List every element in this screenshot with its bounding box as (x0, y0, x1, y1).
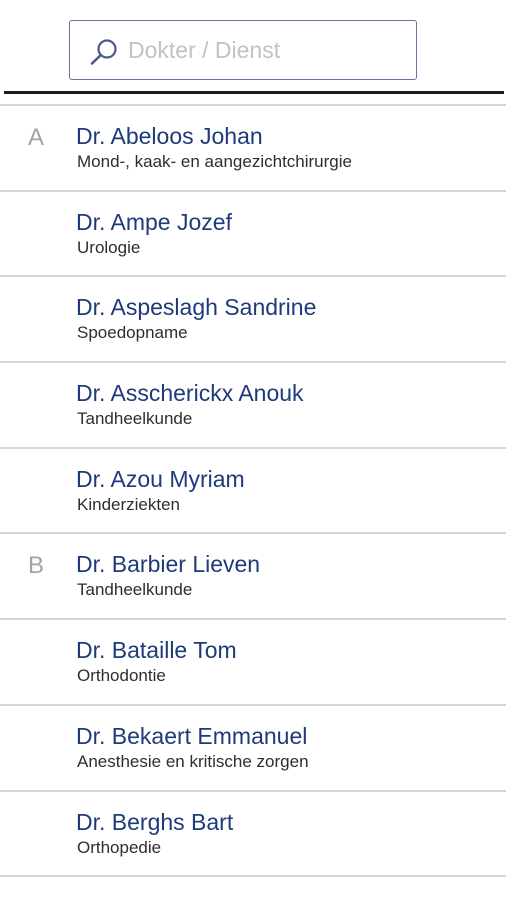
doctor-name: Dr. Azou Myriam (76, 465, 245, 492)
doctor-specialty: Mond-, kaak- en aangezichtchirurgie (77, 152, 352, 171)
doctor-name: Dr. Abeloos Johan (76, 123, 263, 149)
section-letter: A (28, 124, 45, 151)
doctor-name: Dr. Ampe Jozef (76, 208, 232, 235)
header-divider (4, 91, 504, 94)
list-item[interactable]: Dr. Aspeslagh Sandrine Spoedopname (0, 277, 506, 364)
doctor-specialty: Tandheelkunde (77, 580, 193, 600)
doctor-specialty: Urologie (77, 237, 141, 257)
doctor-name: Dr. Barbier Lieven (76, 551, 261, 578)
doctor-specialty: Orthodontie (77, 666, 166, 686)
search-header (0, 0, 506, 108)
doctor-name: Dr. Bataille Tom (76, 637, 237, 664)
doctor-name: Dr. Asscherickx Anouk (76, 380, 304, 407)
search-icon (88, 37, 120, 67)
doctor-name: Dr. Bekaert Emmanuel (76, 722, 308, 749)
list-item[interactable]: Dr. Azou Myriam Kinderziekten (0, 449, 506, 535)
list-item[interactable]: Dr. Bataille Tom Orthodontie (0, 620, 506, 706)
doctor-name: Dr. Aspeslagh Sandrine (76, 294, 317, 321)
list-item[interactable]: Dr. Bekaert Emmanuel Anesthesie en kriti… (0, 706, 506, 792)
doctor-name: Dr. Berghs Bart (76, 808, 234, 835)
list-item[interactable]: Dr. Berghs Bart Orthopedie (0, 792, 506, 878)
search-box[interactable] (69, 20, 417, 80)
list-item[interactable]: Dr. Ampe Jozef Urologie (0, 192, 506, 278)
doctor-specialty: Tandheelkunde (77, 409, 193, 429)
search-input[interactable] (128, 35, 408, 65)
section-letter: B (28, 552, 45, 580)
doctor-specialty: Spoedopname (77, 323, 188, 343)
list-item[interactable]: B Dr. Barbier Lieven Tandheelkunde (0, 534, 506, 621)
list-item[interactable]: A Dr. Abeloos Johan Mond-, kaak- en aang… (0, 106, 506, 192)
doctor-specialty: Kinderziekten (77, 494, 181, 514)
doctor-specialty: Orthopedie (77, 837, 162, 857)
doctor-specialty: Anesthesie en kritische zorgen (77, 751, 309, 771)
list-item[interactable]: Dr. Asscherickx Anouk Tandheelkunde (0, 363, 506, 449)
doctor-list: A Dr. Abeloos Johan Mond-, kaak- en aang… (0, 106, 506, 878)
